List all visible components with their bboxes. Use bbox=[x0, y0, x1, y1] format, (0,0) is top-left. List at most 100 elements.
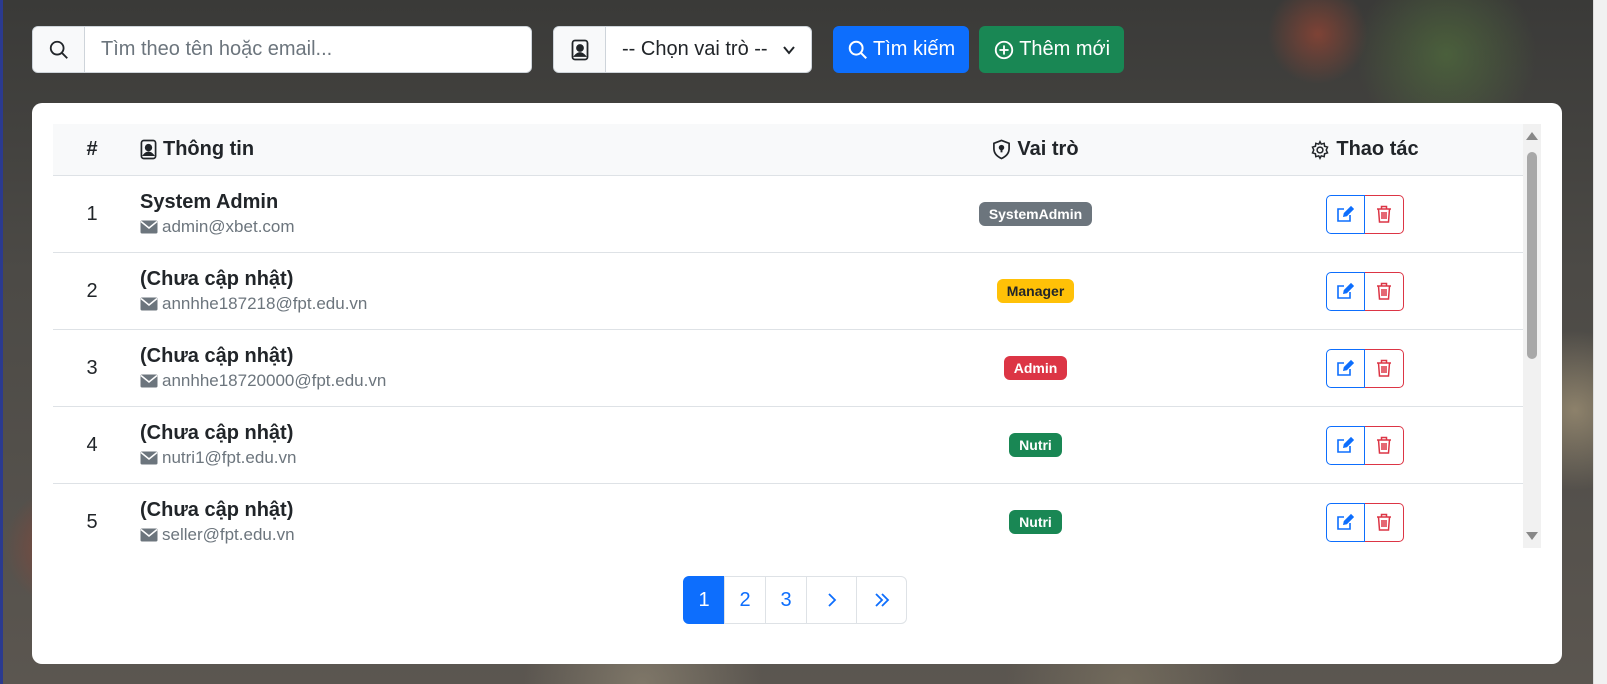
search-input[interactable] bbox=[85, 27, 531, 72]
header-info: Thông tin bbox=[131, 138, 865, 161]
user-table: # Thông tin Vai trò Thao tác 1 System Adm… bbox=[53, 124, 1541, 548]
envelope-icon bbox=[140, 528, 158, 542]
chevron-right-icon bbox=[827, 593, 836, 607]
edit-icon bbox=[1337, 205, 1354, 222]
page-2-button[interactable]: 2 bbox=[724, 576, 766, 624]
user-email-text: annhhe18720000@fpt.edu.vn bbox=[162, 371, 387, 390]
edit-icon bbox=[1337, 436, 1354, 453]
page-1-button[interactable]: 1 bbox=[683, 576, 725, 624]
row-role: Nutri bbox=[865, 433, 1206, 457]
edit-button[interactable] bbox=[1325, 271, 1365, 311]
toolbar: -- Chọn vai trò -- Tìm kiếm Thêm mới bbox=[32, 26, 1125, 73]
header-info-label: Thông tin bbox=[163, 138, 255, 160]
person-badge-icon bbox=[140, 139, 157, 160]
table-row: 1 System Admin admin@xbet.com SystemAdmin bbox=[53, 176, 1523, 253]
delete-button[interactable] bbox=[1364, 425, 1404, 465]
role-select-value: -- Chọn vai trò -- bbox=[622, 38, 768, 60]
page-scrollbar[interactable] bbox=[1593, 0, 1607, 684]
edit-button[interactable] bbox=[1325, 502, 1365, 542]
add-new-button-label: Thêm mới bbox=[1019, 38, 1111, 60]
person-badge-icon bbox=[554, 27, 606, 72]
edit-icon bbox=[1337, 359, 1354, 376]
role-filter-group[interactable]: -- Chọn vai trò -- bbox=[553, 26, 812, 73]
row-role: Admin bbox=[865, 356, 1206, 380]
table-header: # Thông tin Vai trò Thao tác bbox=[53, 124, 1523, 176]
next-page-button[interactable] bbox=[806, 576, 857, 624]
row-number: 1 bbox=[86, 202, 98, 225]
edit-button[interactable] bbox=[1325, 425, 1365, 465]
user-name: (Chưa cập nhật) bbox=[140, 345, 294, 367]
plus-circle-icon bbox=[995, 40, 1014, 59]
envelope-icon bbox=[140, 297, 158, 311]
user-name: (Chưa cập nhật) bbox=[140, 422, 294, 444]
header-action-label: Thao tác bbox=[1336, 138, 1419, 160]
delete-button[interactable] bbox=[1364, 194, 1404, 234]
delete-button[interactable] bbox=[1364, 271, 1404, 311]
row-number: 4 bbox=[86, 433, 98, 456]
last-page-button[interactable] bbox=[856, 576, 907, 624]
scroll-up-arrow-icon[interactable] bbox=[1526, 132, 1538, 140]
trash-icon bbox=[1376, 436, 1391, 454]
envelope-icon bbox=[140, 451, 158, 465]
row-role: Nutri bbox=[865, 510, 1206, 534]
header-role: Vai trò bbox=[865, 138, 1206, 161]
scroll-down-arrow-icon[interactable] bbox=[1526, 532, 1538, 540]
edit-button[interactable] bbox=[1325, 348, 1365, 388]
user-email-text: admin@xbet.com bbox=[162, 217, 295, 236]
role-badge: Admin bbox=[1003, 356, 1068, 380]
page-3-button[interactable]: 3 bbox=[765, 576, 807, 624]
role-badge: SystemAdmin bbox=[978, 202, 1093, 226]
row-number: 3 bbox=[86, 356, 98, 379]
window-edge bbox=[0, 0, 3, 684]
user-email: nutri1@fpt.edu.vn bbox=[140, 446, 865, 470]
row-actions bbox=[1206, 194, 1523, 234]
delete-button[interactable] bbox=[1364, 502, 1404, 542]
row-role: Manager bbox=[865, 279, 1206, 303]
trash-icon bbox=[1376, 205, 1391, 223]
chevrons-right-icon bbox=[874, 593, 889, 607]
user-email: annhhe187218@fpt.edu.vn bbox=[140, 292, 865, 316]
header-num: # bbox=[86, 138, 98, 160]
search-icon bbox=[848, 40, 867, 59]
trash-icon bbox=[1376, 513, 1391, 531]
table-row: 3 (Chưa cập nhật) annhhe18720000@fpt.edu.v… bbox=[53, 330, 1523, 407]
shield-icon bbox=[993, 139, 1011, 160]
row-info: (Chưa cập nhật) nutri1@fpt.edu.vn bbox=[131, 420, 865, 470]
table-scrollbar[interactable] bbox=[1523, 124, 1541, 548]
table-row: 2 (Chưa cập nhật) annhhe187218@fpt.edu.vn M… bbox=[53, 253, 1523, 330]
role-badge: Nutri bbox=[1009, 510, 1062, 534]
user-name: System Admin bbox=[140, 191, 279, 213]
role-badge: Manager bbox=[996, 279, 1075, 303]
role-select[interactable]: -- Chọn vai trò -- bbox=[606, 27, 811, 72]
row-actions bbox=[1206, 502, 1523, 542]
table-row: 4 (Chưa cập nhật) nutri1@fpt.edu.vn Nutri bbox=[53, 407, 1523, 484]
gear-icon bbox=[1311, 139, 1329, 160]
scroll-thumb[interactable] bbox=[1527, 152, 1537, 359]
edit-button[interactable] bbox=[1325, 194, 1365, 234]
row-role: SystemAdmin bbox=[865, 202, 1206, 226]
edit-icon bbox=[1337, 282, 1354, 299]
trash-icon bbox=[1376, 359, 1391, 377]
edit-icon bbox=[1337, 513, 1354, 530]
add-new-button[interactable]: Thêm mới bbox=[979, 26, 1125, 73]
user-email-text: seller@fpt.edu.vn bbox=[162, 525, 295, 544]
row-number: 5 bbox=[86, 510, 98, 533]
envelope-icon bbox=[140, 374, 158, 388]
row-actions bbox=[1206, 348, 1523, 388]
search-button-label: Tìm kiếm bbox=[873, 38, 956, 60]
header-role-label: Vai trò bbox=[1017, 138, 1079, 160]
search-group bbox=[32, 26, 532, 73]
user-email: seller@fpt.edu.vn bbox=[140, 523, 865, 547]
row-number: 2 bbox=[86, 279, 98, 302]
user-email: annhhe18720000@fpt.edu.vn bbox=[140, 369, 865, 393]
user-email-text: annhhe187218@fpt.edu.vn bbox=[162, 294, 368, 313]
pagination: 123 bbox=[683, 576, 907, 624]
user-email-text: nutri1@fpt.edu.vn bbox=[162, 448, 297, 467]
header-action: Thao tác bbox=[1206, 138, 1523, 161]
search-button[interactable]: Tìm kiếm bbox=[833, 26, 970, 73]
envelope-icon bbox=[140, 220, 158, 234]
row-actions bbox=[1206, 425, 1523, 465]
row-info: (Chưa cập nhật) annhhe187218@fpt.edu.vn bbox=[131, 266, 865, 316]
delete-button[interactable] bbox=[1364, 348, 1404, 388]
row-info: System Admin admin@xbet.com bbox=[131, 189, 865, 239]
